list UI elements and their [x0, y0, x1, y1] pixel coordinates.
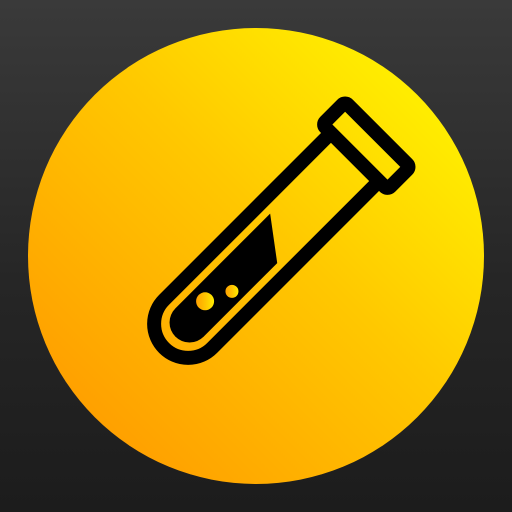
- app-icon: [0, 0, 512, 512]
- test-tube-app-icon-graphic: [28, 28, 484, 484]
